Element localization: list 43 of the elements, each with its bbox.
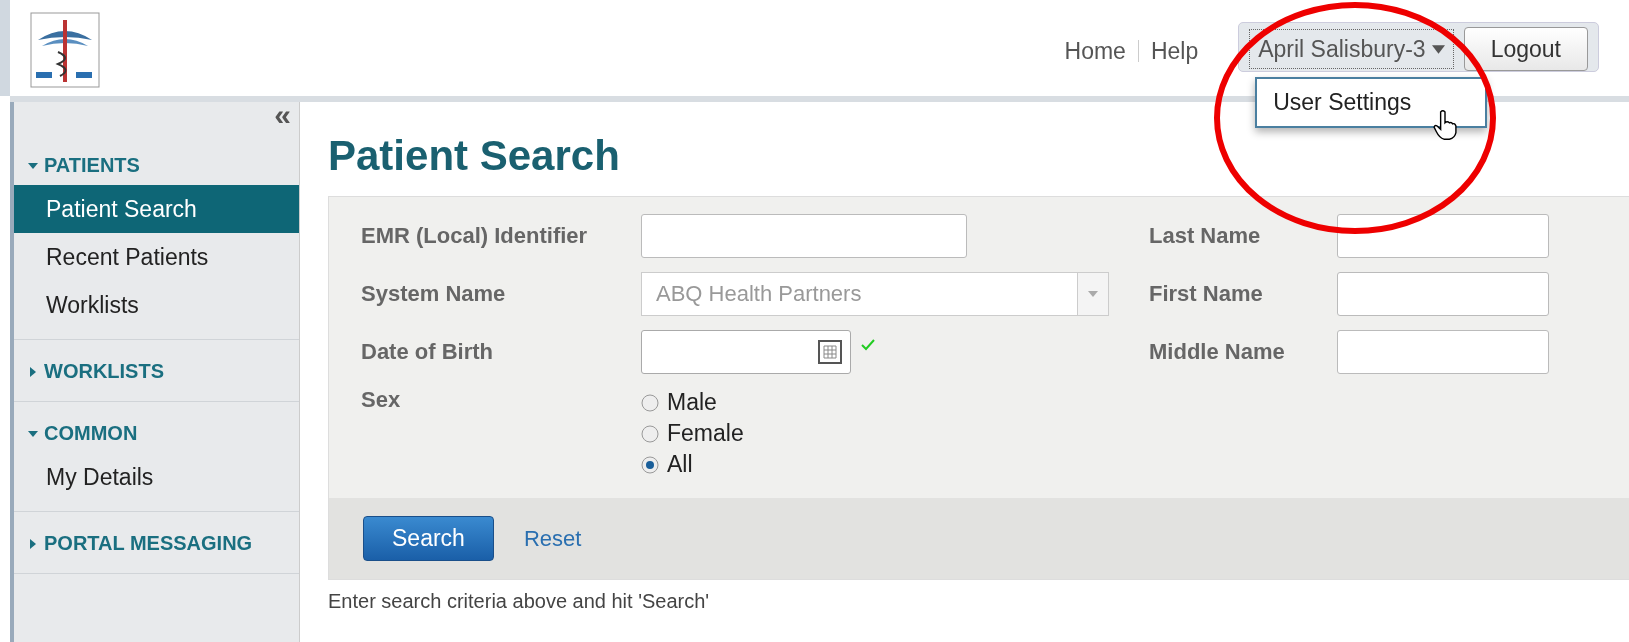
triangle-icon xyxy=(28,538,38,549)
logout-button[interactable]: Logout xyxy=(1463,27,1588,71)
hint-text: Enter search criteria above and hit 'Search' xyxy=(328,590,711,613)
user-dropdown[interactable]: April Salisbury-3 xyxy=(1249,29,1454,69)
field-label: Sex xyxy=(361,387,402,413)
date-field[interactable] xyxy=(641,330,851,374)
radio-button[interactable] xyxy=(641,424,659,443)
nav-link[interactable]: Home xyxy=(1052,38,1138,65)
nav-link[interactable]: Help xyxy=(1138,38,1211,65)
field-label: System Name xyxy=(361,281,507,307)
radio-label: All xyxy=(667,451,693,478)
field-label: Middle Name xyxy=(1149,339,1286,365)
radio-label: Female xyxy=(667,420,744,447)
section-header[interactable]: WORKLISTS xyxy=(14,340,299,391)
caret-icon xyxy=(1088,291,1098,297)
sidebar-item[interactable]: Recent Patients xyxy=(14,233,299,281)
radio-button[interactable] xyxy=(641,393,659,412)
input-field[interactable] xyxy=(641,214,967,258)
sidebar-item[interactable]: Worklists xyxy=(14,281,299,329)
sidebar-item[interactable]: My Details xyxy=(14,453,299,501)
section-header[interactable]: COMMON xyxy=(14,402,299,453)
input-field[interactable] xyxy=(1337,272,1549,316)
field-label: Date of Birth xyxy=(361,339,494,365)
reset-link[interactable]: Reset xyxy=(523,525,582,552)
sidebar-item[interactable]: Patient Search xyxy=(14,185,299,233)
page-title: Patient Search xyxy=(328,132,620,180)
triangle-icon xyxy=(28,428,38,439)
input-field[interactable] xyxy=(1337,214,1549,258)
section-header[interactable]: PATIENTS xyxy=(14,134,299,185)
triangle-icon xyxy=(28,160,38,171)
triangle-icon xyxy=(28,366,38,377)
menu-item[interactable]: User Settings xyxy=(1257,79,1486,126)
section-header[interactable]: PORTAL MESSAGING xyxy=(14,512,299,563)
field-label: EMR (Local) Identifier xyxy=(361,223,589,249)
field-label: First Name xyxy=(1149,281,1264,307)
field-label: Last Name xyxy=(1149,223,1262,249)
radio-button[interactable] xyxy=(641,455,659,474)
calendar-icon[interactable] xyxy=(818,340,842,364)
caret-icon xyxy=(1431,44,1445,54)
radio-label: Male xyxy=(667,389,717,416)
search-button[interactable]: Search xyxy=(363,516,494,561)
input-field[interactable] xyxy=(1337,330,1549,374)
collapse-button[interactable]: « xyxy=(274,102,291,134)
